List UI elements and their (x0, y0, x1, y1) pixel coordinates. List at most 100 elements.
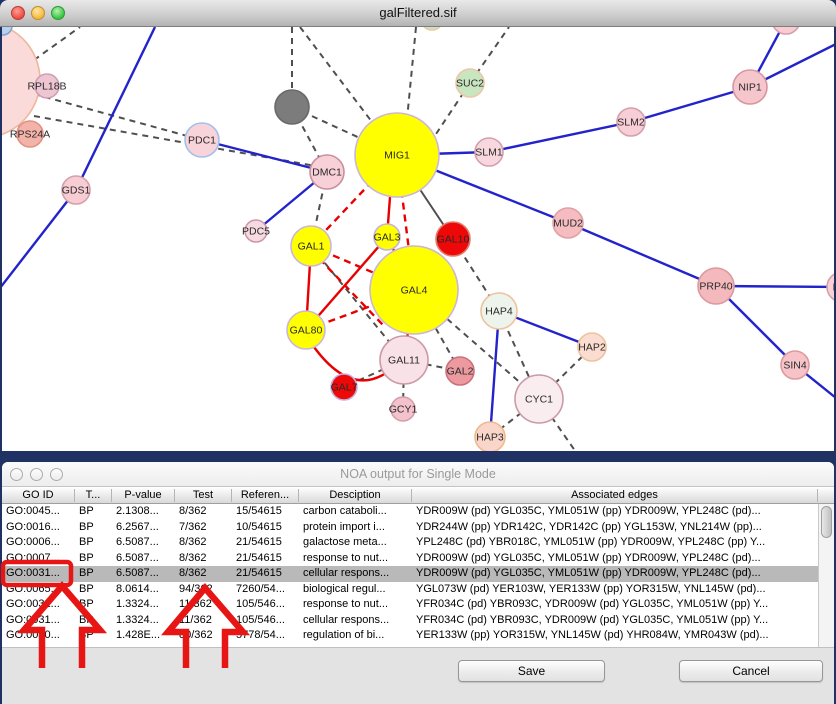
cell: 80/362 (175, 629, 232, 643)
column-header-go-id[interactable]: GO ID (2, 489, 75, 502)
noa-window-titlebar[interactable]: NOA output for Single Mode (2, 462, 834, 487)
cell: 8/362 (175, 552, 232, 566)
network-canvas[interactable]: RPL18BRPS24AGDS1PDC1MIG1DMC1SUC2NIP1SLM2… (0, 27, 836, 455)
cell: 2.1308... (112, 505, 175, 519)
cell: protein import i... (299, 521, 412, 535)
node-label-GAL2: GAL2 (447, 366, 474, 378)
cell: YDR009W (pd) YGL035C, YML051W (pp) YDR00… (412, 505, 818, 519)
node-label-GAL4: GAL4 (401, 285, 428, 297)
table-row[interactable]: GO:0031...BP1.3324...11/362105/546...res… (2, 597, 818, 613)
node-unlabeled[interactable] (421, 27, 443, 30)
cell: YDR009W (pd) YGL035C, YML051W (pp) YDR00… (412, 567, 818, 581)
graph-edge (568, 223, 716, 286)
cell: 1.428E... (112, 629, 175, 643)
column-header-t-[interactable]: T... (75, 489, 112, 502)
table-header[interactable]: GO IDT...P-valueTestReferen...Desciption… (2, 487, 834, 504)
cell: 105/546... (232, 598, 299, 612)
table-row[interactable]: GO:0007...BP6.5087...8/36221/54615respon… (2, 551, 818, 567)
table-row[interactable]: GO:0065...BP8.0614...94/3627260/54...bio… (2, 582, 818, 598)
table-body: GO:0045...BP2.1308...8/36215/54615carbon… (2, 504, 818, 644)
cell: 6.2567... (112, 521, 175, 535)
table-row[interactable]: GO:0016...BP6.2567...7/36210/54615protei… (2, 520, 818, 536)
column-header-desciption[interactable]: Desciption (299, 489, 412, 502)
network-window-title: galFiltered.sif (0, 5, 836, 20)
cell: GO:0016... (2, 521, 75, 535)
cell: cellular respons... (299, 614, 412, 628)
cell: YGL073W (pd) YER103W, YER133W (pp) YOR31… (412, 583, 818, 597)
node-label-PRP40: PRP40 (699, 281, 732, 293)
cell: BP (75, 614, 112, 628)
cell: GO:0045... (2, 505, 75, 519)
cell: BP (75, 536, 112, 550)
graph-edge (2, 190, 76, 288)
node-label-GDS1: GDS1 (62, 185, 91, 197)
node-label-GAL1: GAL1 (298, 241, 325, 253)
noa-window: NOA output for Single Mode GO IDT...P-va… (2, 462, 834, 704)
table-row[interactable]: GO:0050...BP1.428E...80/3625778/54...reg… (2, 628, 818, 644)
button-bar: Save Cancel (2, 647, 834, 704)
node-label-MSI: MSI (833, 282, 834, 294)
table-row[interactable]: GO:0031...BP1.3324...11/362105/546...cel… (2, 613, 818, 629)
node-label-GCY1: GCY1 (389, 404, 418, 416)
cell: cellular respons... (299, 567, 412, 581)
cell: biological regul... (299, 583, 412, 597)
node-label-MUD2: MUD2 (553, 218, 583, 230)
save-button[interactable]: Save (458, 660, 605, 682)
network-graph: RPL18BRPS24AGDS1PDC1MIG1DMC1SUC2NIP1SLM2… (2, 27, 834, 451)
cell: 15/54615 (232, 505, 299, 519)
graph-edge (490, 311, 499, 437)
cell: YFR034C (pd) YBR093C, YDR009W (pd) YGL03… (412, 614, 818, 628)
cell: 1.3324... (112, 614, 175, 628)
node-label-SLM2: SLM2 (617, 117, 645, 129)
node-label-NIP1: NIP1 (738, 82, 762, 94)
cell: YDR009W (pd) YGL035C, YML051W (pp) YDR00… (412, 552, 818, 566)
cell: 6.5087... (112, 567, 175, 581)
scrollbar-thumb[interactable] (821, 506, 832, 538)
graph-edge (631, 87, 750, 122)
cell: 7/362 (175, 521, 232, 535)
vertical-scrollbar[interactable] (818, 504, 834, 647)
node-label-HAP2: HAP2 (578, 342, 606, 354)
node-label-SUC2: SUC2 (456, 78, 484, 90)
cell: GO:0031... (2, 598, 75, 612)
cell: 6.5087... (112, 552, 175, 566)
node-label-HAP3: HAP3 (476, 432, 504, 444)
node-label-GAL7: GAL7 (331, 382, 358, 394)
cell: 21/54615 (232, 536, 299, 550)
cell: BP (75, 629, 112, 643)
column-header-referen-[interactable]: Referen... (232, 489, 299, 502)
network-window-titlebar[interactable]: galFiltered.sif (0, 0, 836, 27)
cell: 105/546... (232, 614, 299, 628)
table-row[interactable]: GO:0031...BP6.5087...8/36221/54615cellul… (2, 566, 818, 582)
cell: 5778/54... (232, 629, 299, 643)
node-label-MIG1: MIG1 (384, 150, 410, 162)
node-label-PDC1: PDC1 (188, 135, 216, 147)
node-unlabeled[interactable] (772, 27, 800, 34)
cell: GO:0050... (2, 629, 75, 643)
cell: 10/54615 (232, 521, 299, 535)
node-label-RPL18B: RPL18B (27, 81, 66, 93)
cell: 8/362 (175, 536, 232, 550)
table-row[interactable]: GO:0045...BP2.1308...8/36215/54615carbon… (2, 504, 818, 520)
cell: YFR034C (pd) YBR093C, YDR009W (pd) YGL03… (412, 598, 818, 612)
column-header-test[interactable]: Test (175, 489, 232, 502)
cell: YER133W (pp) YOR315W, YNL145W (pd) YHR08… (412, 629, 818, 643)
cell: BP (75, 505, 112, 519)
cell: BP (75, 598, 112, 612)
cell: 8/362 (175, 567, 232, 581)
cell: GO:0007... (2, 552, 75, 566)
graph-edge (202, 140, 327, 172)
column-header-associated-edges[interactable]: Associated edges (412, 489, 818, 502)
screen: { "net_window": { "title": "galFiltered.… (0, 0, 836, 704)
cancel-button[interactable]: Cancel (679, 660, 823, 682)
column-header-p-value[interactable]: P-value (112, 489, 175, 502)
node-unlabeled[interactable] (275, 90, 309, 124)
cell: 6.5087... (112, 536, 175, 550)
cell: response to nut... (299, 552, 412, 566)
cell: 8.0614... (112, 583, 175, 597)
node-label-CYC1: CYC1 (525, 394, 553, 406)
cell: GO:0065... (2, 583, 75, 597)
cell: 94/362 (175, 583, 232, 597)
table-row[interactable]: GO:0006...BP6.5087...8/36221/54615galact… (2, 535, 818, 551)
cell: galactose meta... (299, 536, 412, 550)
